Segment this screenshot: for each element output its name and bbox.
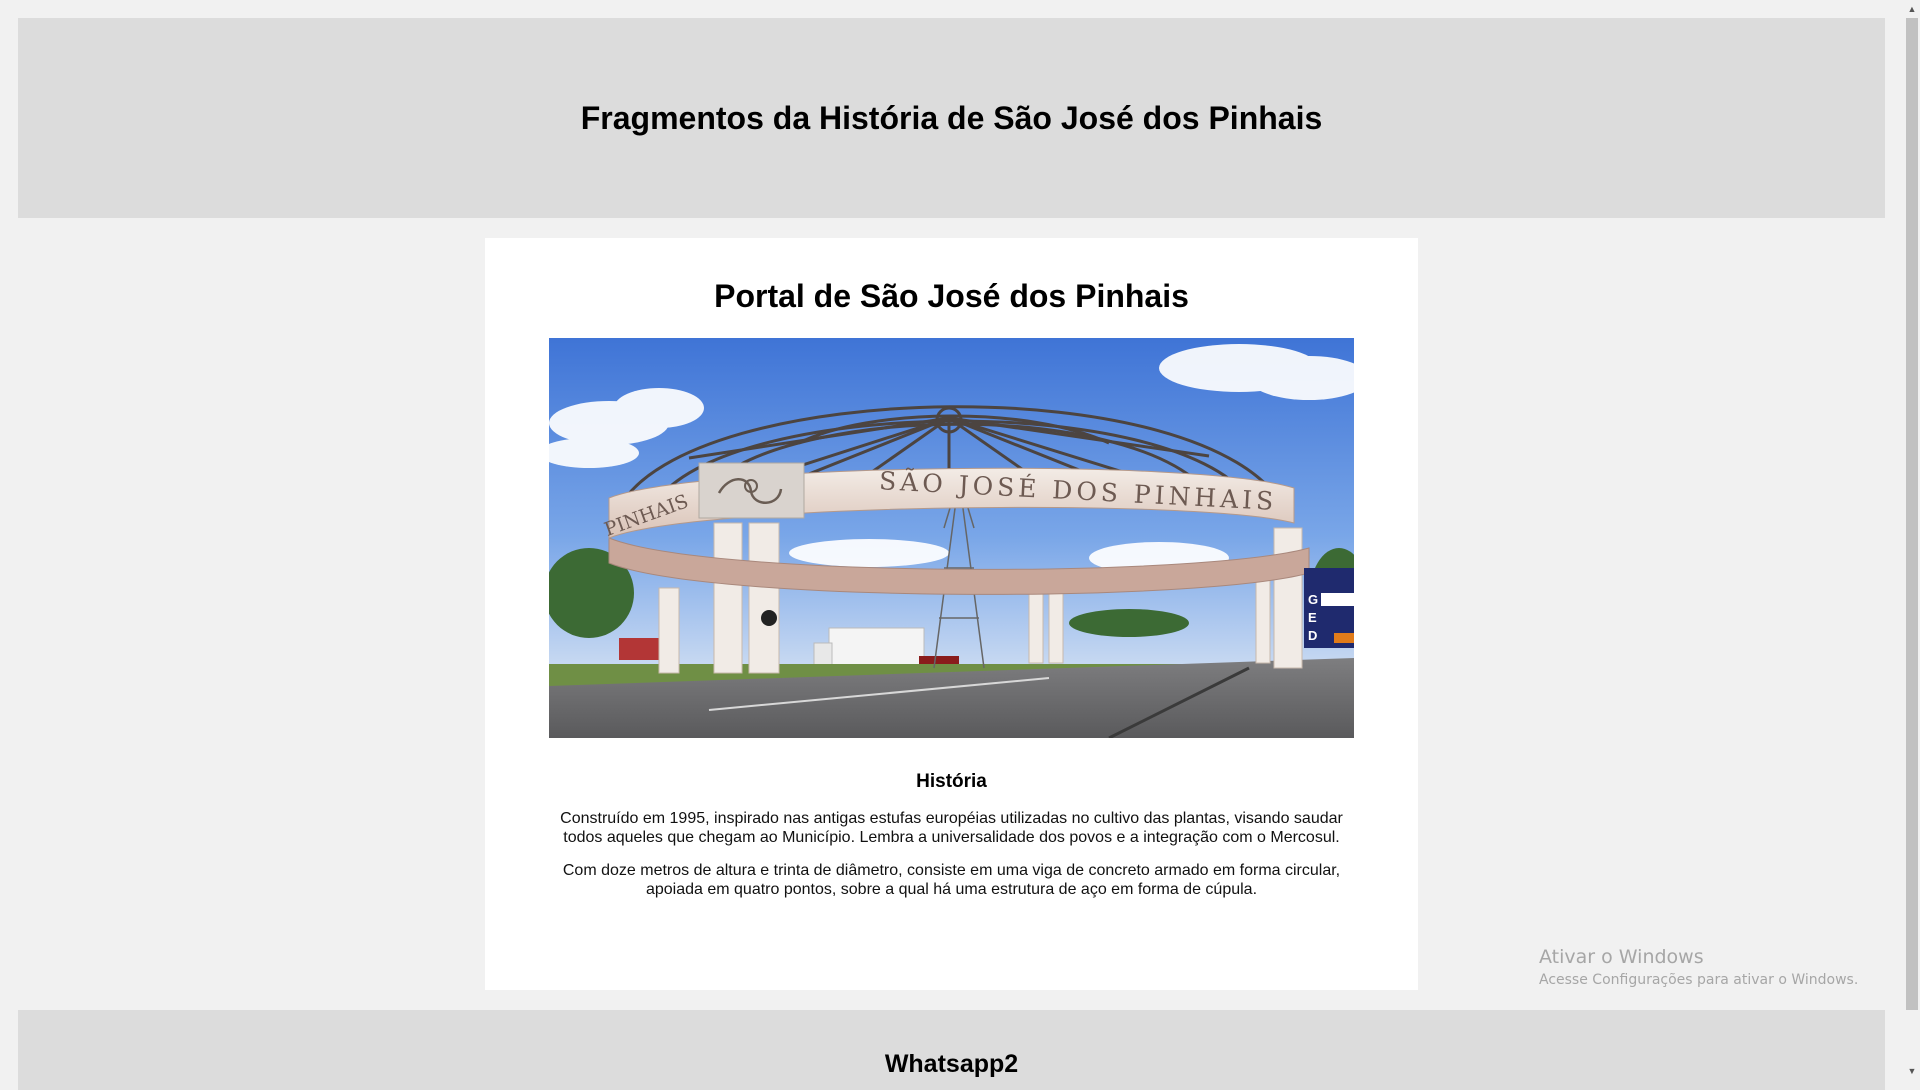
history-paragraph-2: Com doze metros de altura e trinta de di… [562,862,1341,898]
card-title: Portal de São José dos Pinhais [714,278,1189,314]
scroll-up-arrow-icon[interactable]: ▲ [1907,4,1917,14]
portal-photo: SÃO JOSÉ DOS PINHAIS PINHAIS G E D [549,338,1354,738]
content-card: Portal de São José dos Pinhais SÃO JOSÉ … [485,238,1418,990]
page-title: Fragmentos da História de São José dos P… [580,99,1323,136]
sign-letter-d: D [1308,628,1317,643]
windows-activation-watermark: Ativar o Windows Acesse Configurações pa… [1539,946,1858,988]
price-sign: G E D [1304,568,1354,648]
history-paragraph-1: Construído em 1995, inspirado nas antiga… [560,810,1343,846]
road-sign [761,610,777,626]
section-title: História [916,771,987,792]
vertical-scrollbar[interactable]: ▲ ▼ [1904,0,1920,1080]
footer-title: Whatsapp2 [884,1050,1019,1078]
page-header: Fragmentos da História de São José dos P… [18,18,1885,218]
sign-letter-e: E [1308,610,1317,625]
sign-letter-g: G [1308,592,1318,607]
watermark-subtitle: Acesse Configurações para ativar o Windo… [1539,972,1859,988]
scrollbar-thumb[interactable] [1906,18,1918,1010]
page-footer: Whatsapp2 [18,1010,1885,1090]
scroll-down-arrow-icon[interactable]: ▼ [1907,1066,1917,1076]
watermark-title: Ativar o Windows [1539,946,1704,968]
